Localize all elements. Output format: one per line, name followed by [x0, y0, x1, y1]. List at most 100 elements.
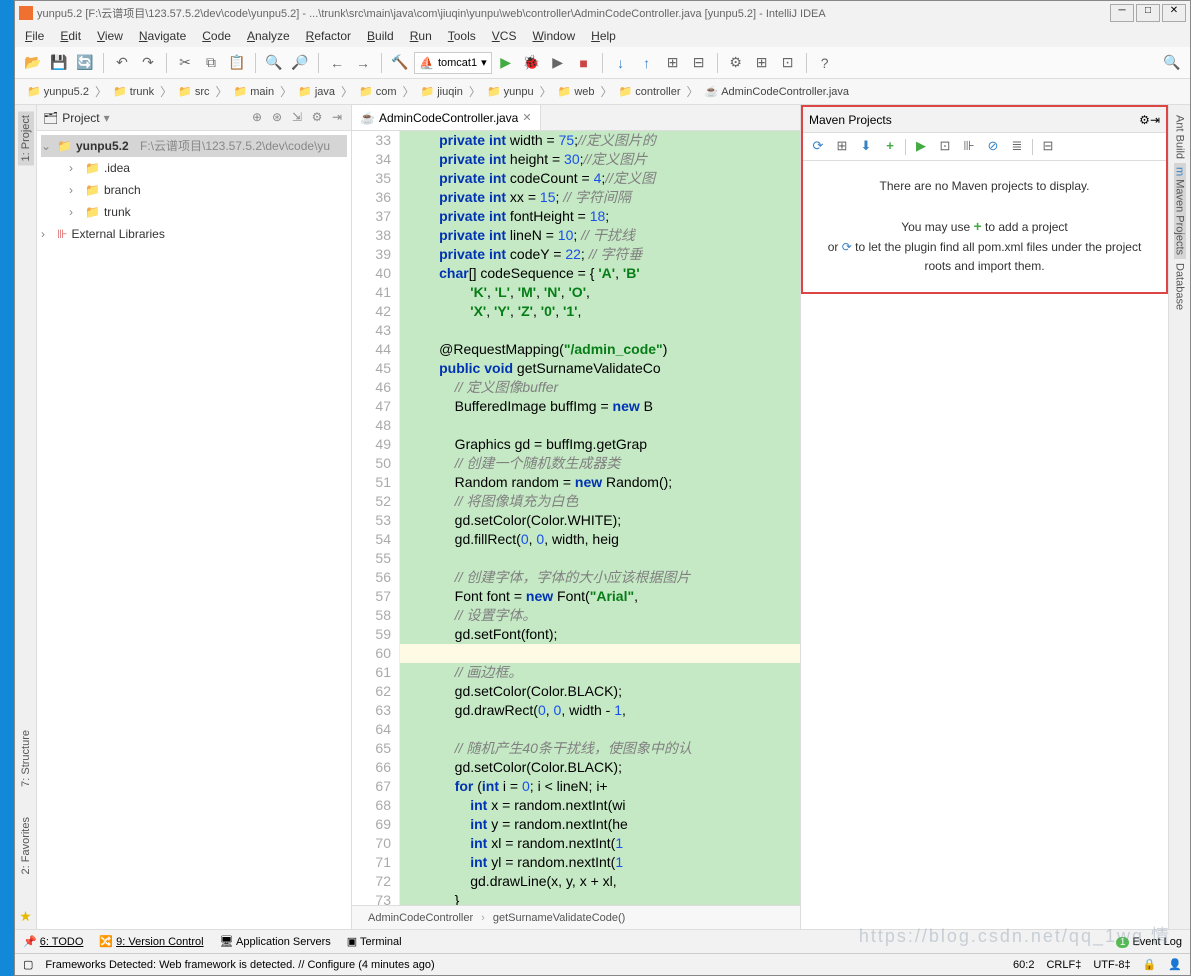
open-icon[interactable]: 📂 [21, 51, 45, 75]
add-icon[interactable]: + [881, 138, 899, 156]
autoscroll-from-icon[interactable]: ⊛ [269, 110, 285, 126]
editor-tab[interactable]: ☕ AdminCodeController.java ✕ [352, 105, 541, 130]
tree-item-.idea[interactable]: ›📁 .idea [41, 157, 347, 179]
status-framework-icon[interactable]: ▢ [23, 958, 33, 971]
autoscroll-icon[interactable]: ⊕ [249, 110, 265, 126]
tree-root[interactable]: ⌄📁 yunpu5.2 F:\云谱项目\123.57.5.2\dev\code\… [41, 135, 347, 157]
tab-project[interactable]: 1: Project [18, 111, 34, 165]
tab-favorites[interactable]: 2: Favorites [20, 817, 32, 874]
debug-icon[interactable]: 🐞 [520, 51, 544, 75]
tab-app-servers[interactable]: 🖥 Application Servers [220, 935, 331, 948]
menu-window[interactable]: Window [524, 26, 583, 46]
settings-icon[interactable]: ⚙ [309, 110, 325, 126]
undo-icon[interactable]: ↶ [110, 51, 134, 75]
download-icon[interactable]: ⬇ [857, 138, 875, 156]
search-everywhere-icon[interactable]: 🔍 [1160, 51, 1184, 75]
menu-build[interactable]: Build [359, 26, 402, 46]
menu-file[interactable]: File [17, 26, 52, 46]
tree-item-trunk[interactable]: ›📁 trunk [41, 201, 347, 223]
run-maven-icon[interactable]: ▶ [912, 138, 930, 156]
tab-database[interactable]: Database [1174, 259, 1186, 314]
paste-icon[interactable]: 📋 [225, 51, 249, 75]
crumb-main[interactable]: 📁 main [228, 85, 281, 98]
crumb-com[interactable]: 📁 com [353, 85, 402, 98]
editor-breadcrumb[interactable]: AdminCodeController › getSurnameValidate… [352, 905, 800, 929]
menu-tools[interactable]: Tools [440, 26, 484, 46]
menu-refactor[interactable]: Refactor [298, 26, 359, 46]
lock-icon[interactable]: 🔒 [1143, 958, 1157, 971]
crumb-controller[interactable]: 📁 controller [613, 85, 687, 98]
crumb-AdminCodeController.java[interactable]: ☕ AdminCodeController.java [699, 85, 856, 98]
crumb-yunpu[interactable]: 📁 yunpu [481, 85, 540, 98]
coverage-icon[interactable]: ▶ [546, 51, 570, 75]
status-position[interactable]: 60:2 [1013, 959, 1034, 971]
back-icon[interactable]: ← [325, 51, 349, 75]
menu-navigate[interactable]: Navigate [131, 26, 194, 46]
redo-icon[interactable]: ↷ [136, 51, 160, 75]
structure-icon[interactable]: ⊞ [750, 51, 774, 75]
maven-settings-icon[interactable]: ⚙ [1139, 113, 1150, 127]
vcs-revert-icon[interactable]: ⊟ [687, 51, 711, 75]
toggle-offline-icon[interactable]: ⊪ [960, 138, 978, 156]
close-tab-icon[interactable]: ✕ [522, 111, 531, 124]
tab-terminal[interactable]: ▣ Terminal [347, 935, 402, 948]
tab-todo[interactable]: 📌 6: TODO [23, 935, 83, 948]
replace-icon[interactable]: 🔎 [288, 51, 312, 75]
minimize-button[interactable]: ─ [1110, 4, 1134, 22]
vcs-update-icon[interactable]: ↓ [609, 51, 633, 75]
refresh-inline-icon[interactable]: ⟳ [842, 240, 852, 254]
sync-icon[interactable]: 🔄 [73, 51, 97, 75]
close-button[interactable]: ✕ [1162, 4, 1186, 22]
run-icon[interactable]: ▶ [494, 51, 518, 75]
crumb-web[interactable]: 📁 web [552, 85, 601, 98]
tab-structure[interactable]: 7: Structure [20, 730, 32, 787]
menu-vcs[interactable]: VCS [484, 26, 525, 46]
forward-icon[interactable]: → [351, 51, 375, 75]
help-icon[interactable]: ? [813, 51, 837, 75]
menu-edit[interactable]: Edit [52, 26, 89, 46]
show-deps-icon[interactable]: ≣ [1008, 138, 1026, 156]
menu-help[interactable]: Help [583, 26, 624, 46]
menu-analyze[interactable]: Analyze [239, 26, 298, 46]
crumb-yunpu5.2[interactable]: 📁 yunpu5.2 [21, 85, 95, 98]
tree-item-branch[interactable]: ›📁 branch [41, 179, 347, 201]
status-line-sep[interactable]: CRLF‡ [1046, 959, 1081, 971]
code-editor[interactable]: 3334353637383940414243444546474849505152… [352, 131, 800, 905]
vcs-history-icon[interactable]: ⊞ [661, 51, 685, 75]
status-encoding[interactable]: UTF-8‡ [1093, 959, 1130, 971]
tab-version-control[interactable]: 🔀 9: Version Control [99, 935, 203, 948]
maximize-button[interactable]: □ [1136, 4, 1160, 22]
window-titlebar[interactable]: yunpu5.2 [F:\云谱项目\123.57.5.2\dev\code\yu… [15, 1, 1190, 25]
run-config-select[interactable]: ⛵ tomcat1 ▾ [414, 52, 492, 74]
collapse-all-icon[interactable]: ⊟ [1039, 138, 1057, 156]
crumb-java[interactable]: 📁 java [292, 85, 341, 98]
execute-icon[interactable]: ⊡ [936, 138, 954, 156]
generate-icon[interactable]: ⊞ [833, 138, 851, 156]
menu-code[interactable]: Code [194, 26, 239, 46]
stop-icon[interactable]: ■ [572, 51, 596, 75]
toggle-skip-tests-icon[interactable]: ⊘ [984, 138, 1002, 156]
vcs-commit-icon[interactable]: ↑ [635, 51, 659, 75]
menu-view[interactable]: View [89, 26, 131, 46]
tree-external-libs[interactable]: ›⊪ External Libraries [41, 223, 347, 245]
crumb-trunk[interactable]: 📁 trunk [107, 85, 160, 98]
sdk-icon[interactable]: ⊡ [776, 51, 800, 75]
plus-inline-icon[interactable]: + [974, 218, 982, 234]
save-icon[interactable]: 💾 [47, 51, 71, 75]
crumb-jiuqin[interactable]: 📁 jiuqin [415, 85, 469, 98]
menu-run[interactable]: Run [402, 26, 440, 46]
status-message[interactable]: Frameworks Detected: Web framework is de… [45, 959, 434, 971]
tab-ant-build[interactable]: Ant Build [1174, 111, 1186, 163]
collapse-icon[interactable]: ⇲ [289, 110, 305, 126]
crumb-src[interactable]: 📁 src [172, 85, 215, 98]
hector-icon[interactable]: 👤 [1168, 958, 1182, 971]
hide-icon[interactable]: ⇥ [329, 110, 345, 126]
cut-icon[interactable]: ✂ [173, 51, 197, 75]
tab-maven-projects[interactable]: m Maven Projects [1174, 163, 1186, 259]
find-icon[interactable]: 🔍 [262, 51, 286, 75]
project-tree[interactable]: ⌄📁 yunpu5.2 F:\云谱项目\123.57.5.2\dev\code\… [37, 131, 351, 249]
build-icon[interactable]: 🔨 [388, 51, 412, 75]
maven-hide-icon[interactable]: ⇥ [1150, 113, 1160, 127]
reimport-icon[interactable]: ⟳ [809, 138, 827, 156]
settings-icon[interactable]: ⚙ [724, 51, 748, 75]
